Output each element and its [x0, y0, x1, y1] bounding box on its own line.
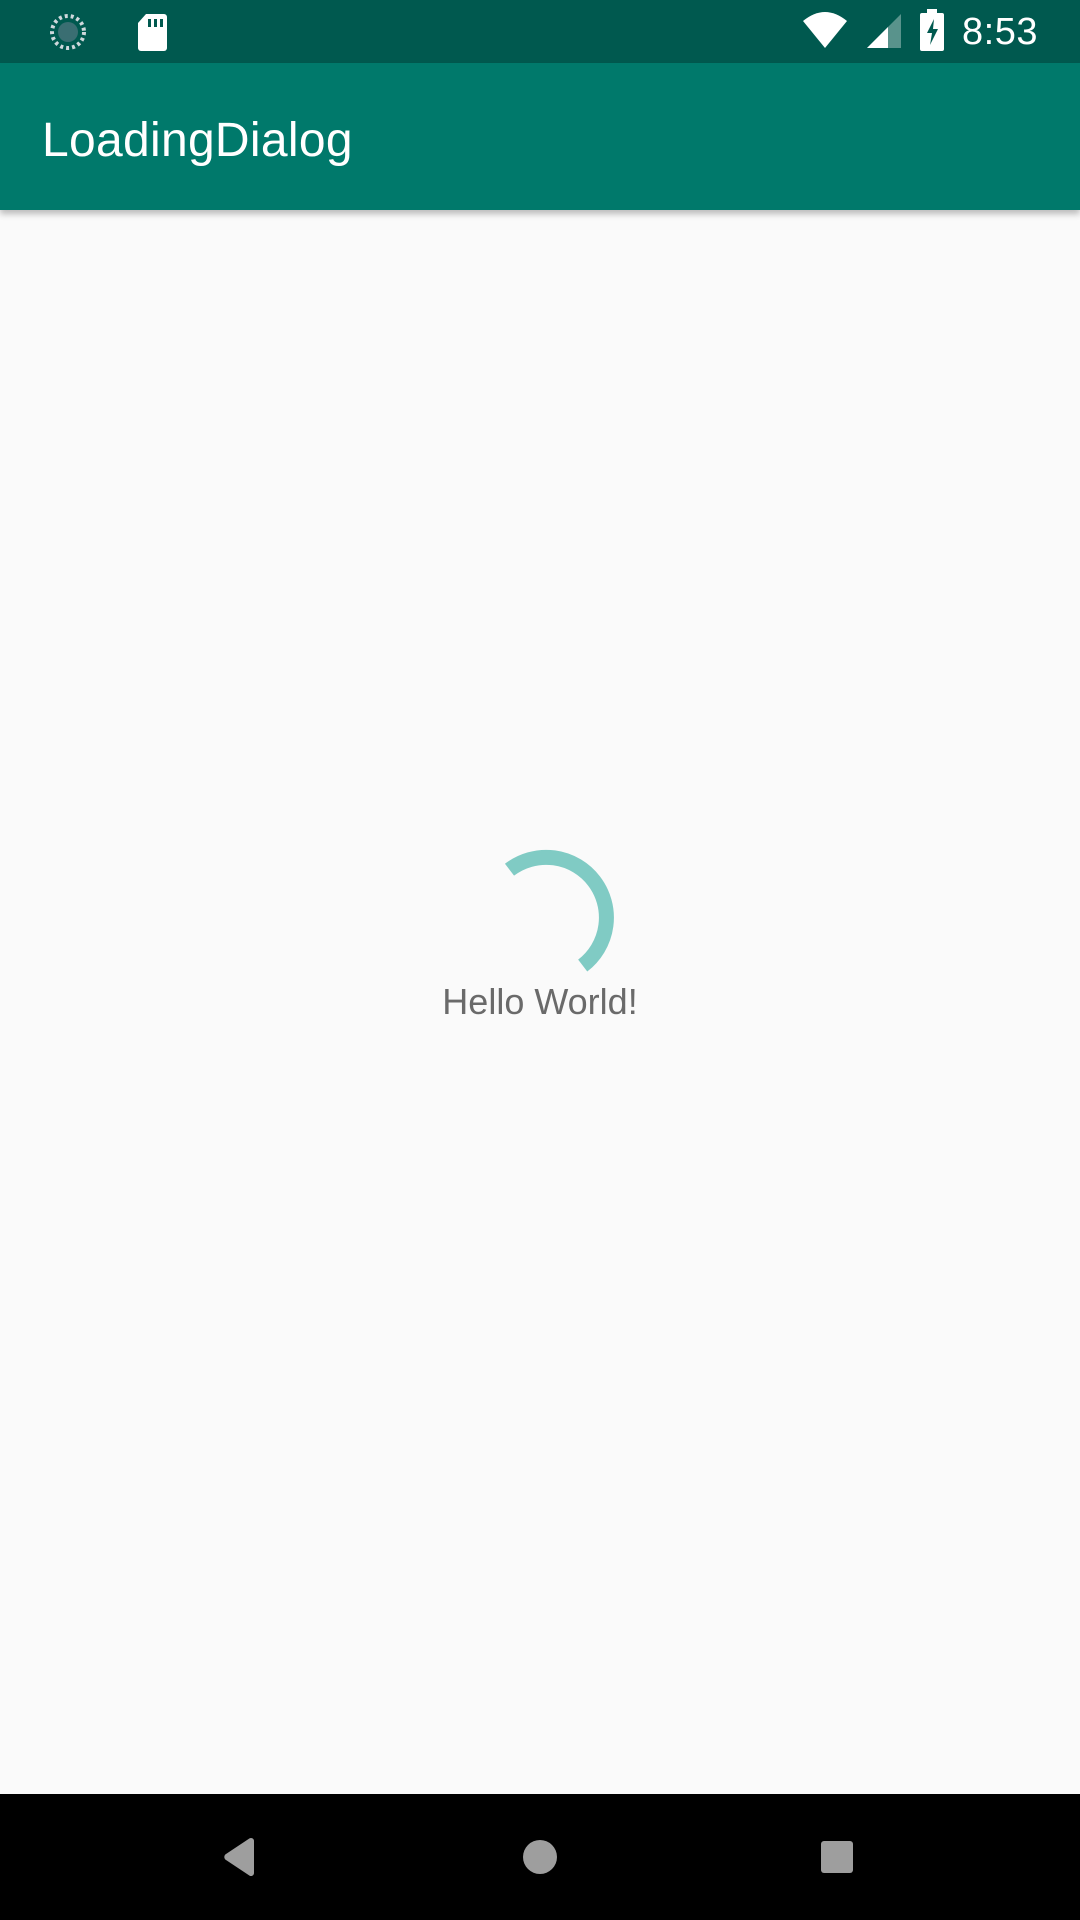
screen: 8:53 LoadingDialog Hello World! — [0, 0, 1080, 1920]
back-button[interactable] — [207, 1824, 273, 1890]
loading-circle-icon — [48, 12, 88, 57]
recents-icon — [821, 1841, 853, 1873]
wifi-icon — [802, 10, 848, 55]
navigation-bar — [0, 1794, 1080, 1920]
hello-text: Hello World! — [442, 981, 638, 1022]
app-bar: LoadingDialog — [0, 63, 1080, 210]
signal-icon — [866, 10, 902, 55]
recents-button[interactable] — [804, 1824, 870, 1890]
loading-spinner — [504, 849, 614, 972]
app-title: LoadingDialog — [42, 114, 353, 167]
status-right-icons: 8:53 — [802, 8, 1038, 56]
battery-charging-icon — [920, 8, 945, 56]
sd-card-icon — [136, 12, 168, 57]
home-button[interactable] — [507, 1824, 573, 1890]
back-icon — [224, 1837, 254, 1877]
status-clock: 8:53 — [962, 11, 1038, 53]
home-icon — [523, 1840, 557, 1874]
main-content: Hello World! — [0, 210, 1080, 1794]
status-bar: 8:53 — [0, 0, 1080, 63]
status-left-icons — [48, 12, 168, 57]
